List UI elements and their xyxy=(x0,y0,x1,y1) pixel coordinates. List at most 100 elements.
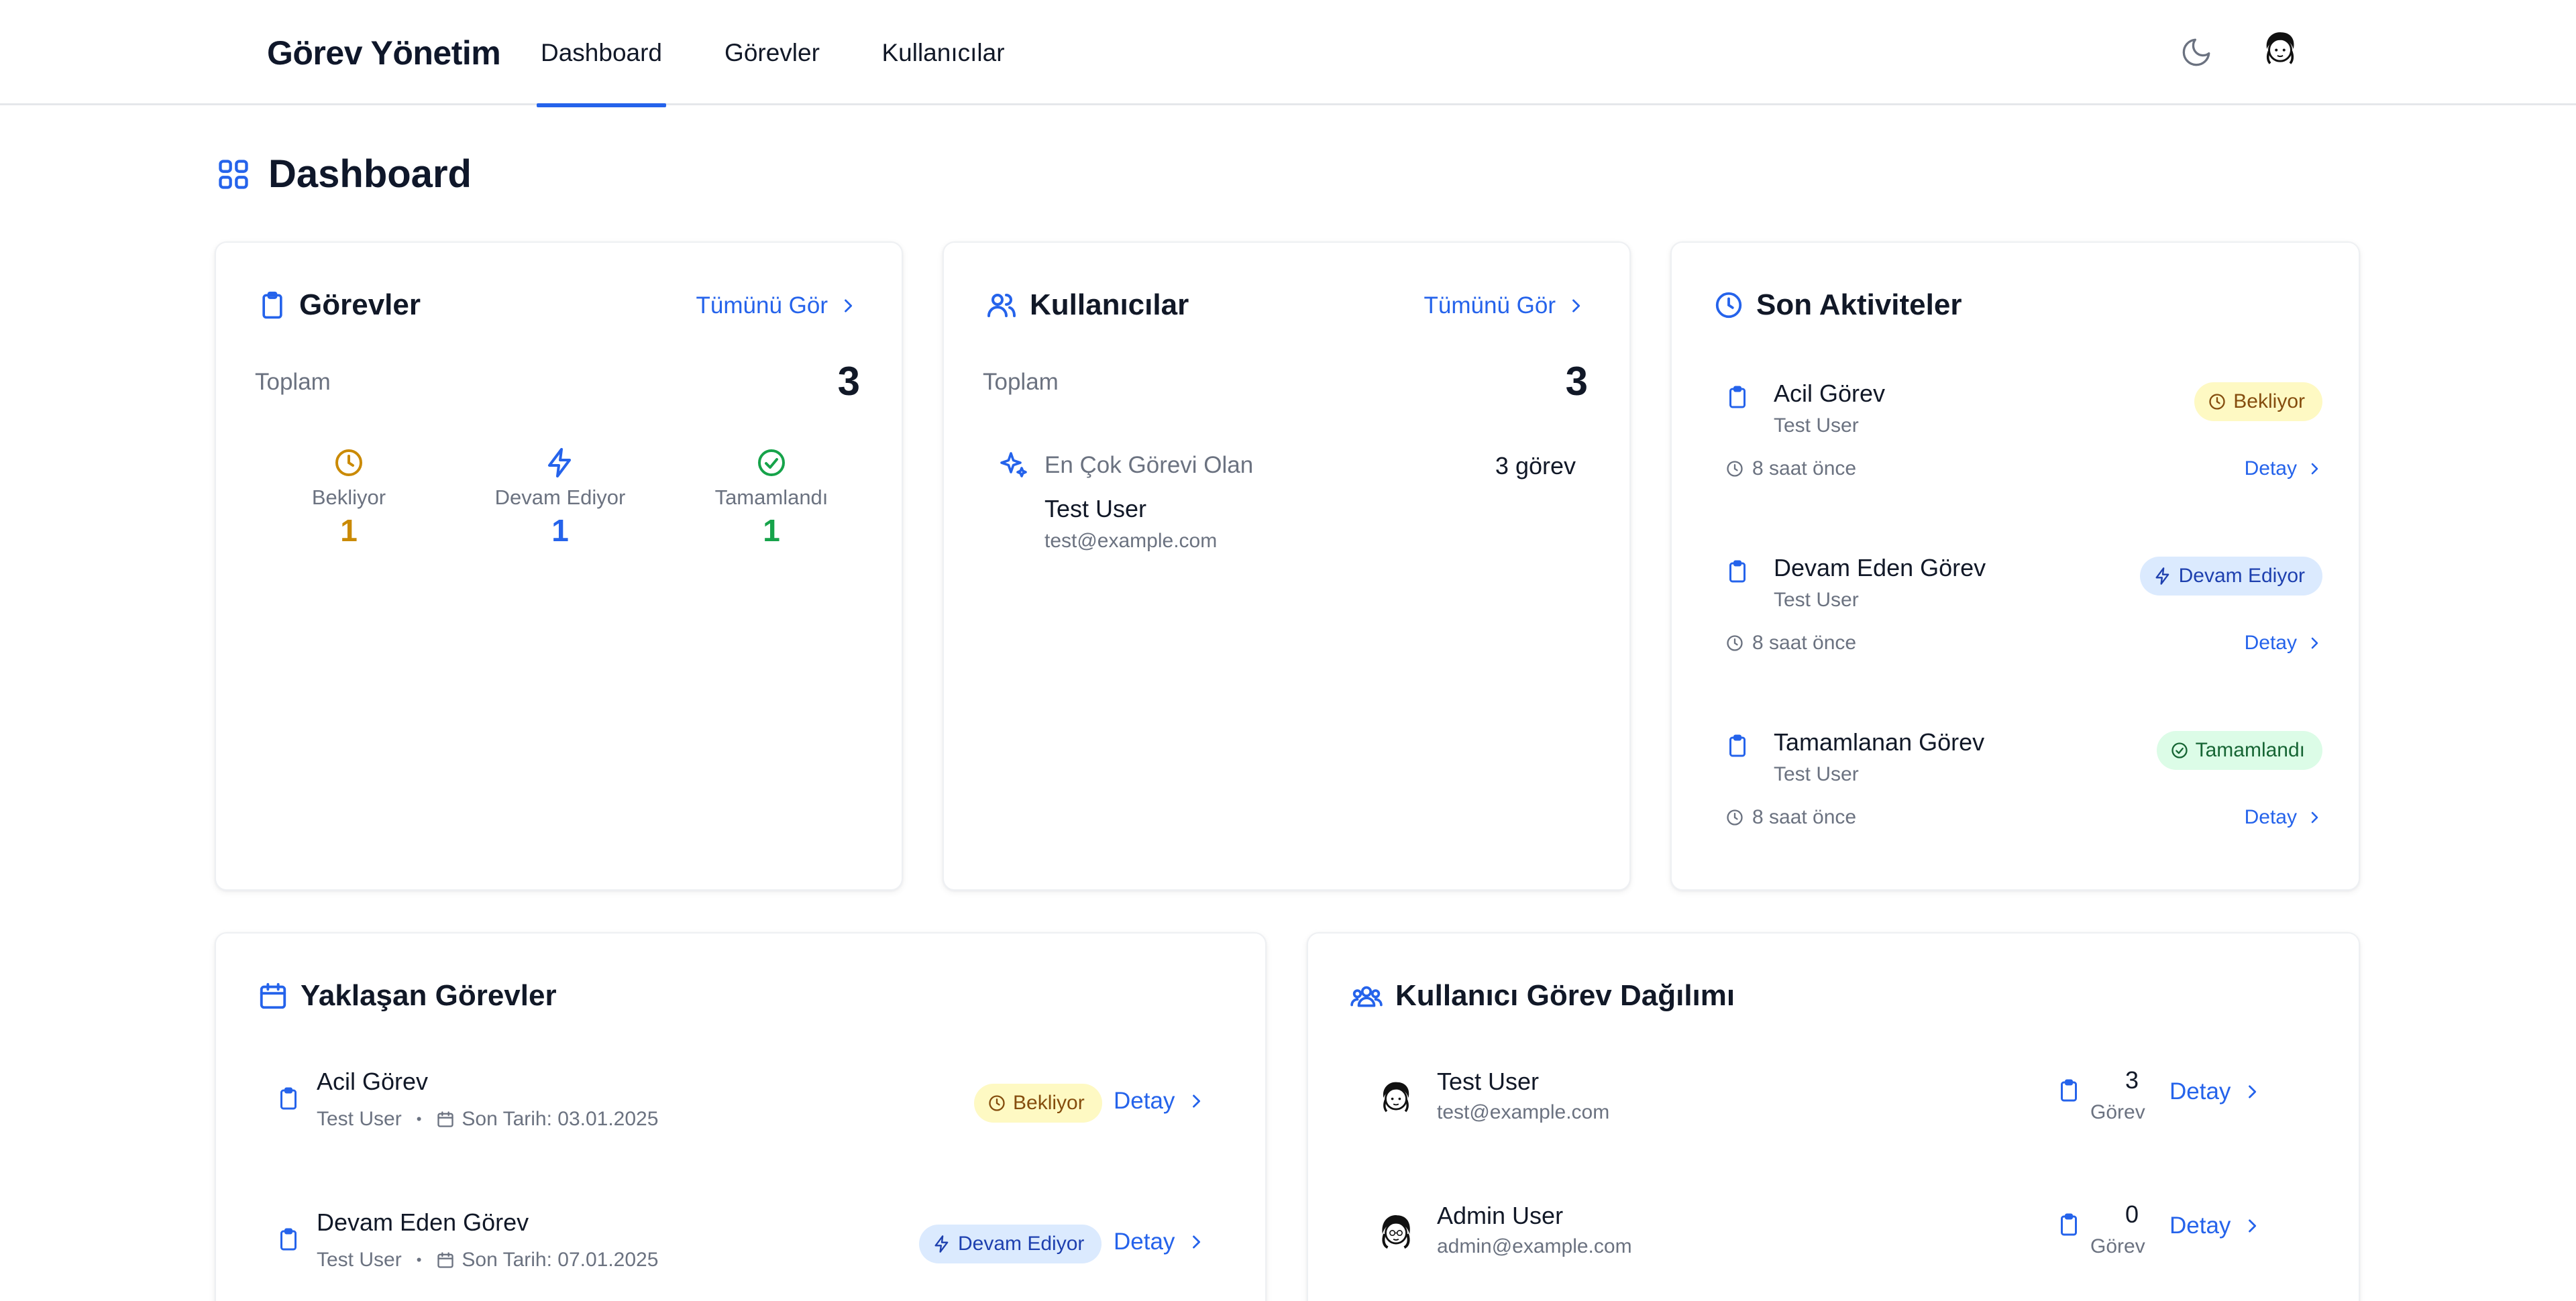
stat-in-progress-value: 1 xyxy=(551,513,569,548)
status-badge: Devam Ediyor xyxy=(2139,557,2322,596)
brand-title[interactable]: Görev Yönetim xyxy=(267,34,501,72)
check-circle-icon xyxy=(2171,742,2188,758)
activity-detail-link[interactable]: Detay xyxy=(2245,806,2322,829)
detail-label: Detay xyxy=(2169,1078,2231,1105)
clock-icon xyxy=(1715,292,1742,319)
distribution-user-email: admin@example.com xyxy=(1437,1235,1632,1257)
user-task-distribution-card: Kullanıcı Görev Dağılımı Test User test@… xyxy=(1307,932,2360,1301)
activity-user: Test User xyxy=(1774,589,1859,611)
tasks-see-all-link[interactable]: Tümünü Gör xyxy=(696,292,857,319)
status-badge-label: Tamamlandı xyxy=(2195,739,2305,761)
status-badge: Bekliyor xyxy=(974,1084,1102,1123)
check-circle-icon xyxy=(758,449,785,476)
status-badge-label: Devam Ediyor xyxy=(2178,565,2305,587)
upcoming-task-due: Son Tarih: 07.01.2025 xyxy=(462,1249,659,1271)
top-user-name: Test User xyxy=(1044,495,1147,522)
activities-card-title: Son Aktiviteler xyxy=(1713,288,1962,322)
users-card-title-text: Kullanıcılar xyxy=(1030,288,1189,321)
tasks-total-label: Toplam xyxy=(255,369,331,395)
users-total-label: Toplam xyxy=(983,369,1059,395)
chevron-right-icon xyxy=(2311,463,2318,475)
user-avatar[interactable] xyxy=(2258,27,2302,71)
upcoming-card-title-text: Yaklaşan Görevler xyxy=(301,979,557,1012)
nav-dashboard[interactable]: Dashboard xyxy=(537,0,666,107)
upcoming-task-title: Acil Görev xyxy=(317,1068,429,1095)
distribution-detail-link[interactable]: Detay xyxy=(2169,1212,2261,1239)
chevron-right-icon xyxy=(2249,1085,2257,1098)
activity-time: 8 saat önce xyxy=(1725,457,1856,480)
activity-title: Acil Görev xyxy=(1774,380,1886,407)
distribution-row: Test User test@example.com 3 Görev Detay xyxy=(1375,1066,2308,1141)
moon-icon xyxy=(2182,38,2210,66)
tasks-total-value: 3 xyxy=(837,359,860,404)
nav-tasks[interactable]: Görevler xyxy=(712,0,832,105)
detail-label: Detay xyxy=(2169,1212,2231,1239)
avatar xyxy=(1383,1082,1409,1113)
bolt-icon xyxy=(934,1235,949,1253)
meta-separator: • xyxy=(416,1251,422,1268)
clipboard-icon xyxy=(262,291,282,319)
distribution-task-count-label: Görev xyxy=(2090,1101,2145,1123)
users-group-icon xyxy=(1350,986,1383,1007)
recent-activities-card: Son Aktiviteler Acil Görev Test User Bek… xyxy=(1670,241,2360,891)
users-see-all-link[interactable]: Tümünü Gör xyxy=(1424,292,1585,319)
detail-label: Detay xyxy=(2244,806,2297,828)
upcoming-detail-link[interactable]: Detay xyxy=(1114,1229,1205,1255)
users-total-value: 3 xyxy=(1565,359,1588,404)
page-title: Dashboard xyxy=(268,152,472,196)
distribution-card-title-text: Kullanıcı Görev Dağılımı xyxy=(1395,979,1735,1012)
meta-separator: • xyxy=(416,1111,422,1127)
chevron-right-icon xyxy=(2311,811,2318,824)
activity-time-text: 8 saat önce xyxy=(1752,806,1857,828)
status-badge-label: Bekliyor xyxy=(1013,1092,1085,1114)
clock-icon xyxy=(2209,394,2225,410)
clipboard-icon xyxy=(280,1087,297,1110)
clipboard-icon xyxy=(1729,386,1746,408)
users-icon xyxy=(987,294,1016,317)
page-heading: Dashboard xyxy=(216,152,472,196)
activity-item: Acil Görev Test User Bekliyor 8 saat önc… xyxy=(1712,370,2322,491)
chevron-right-icon xyxy=(1193,1235,1201,1249)
bolt-icon xyxy=(548,448,571,477)
calendar-icon xyxy=(437,1252,454,1268)
activity-time: 8 saat önce xyxy=(1725,632,1856,655)
upcoming-task-user: Test User xyxy=(317,1108,402,1130)
distribution-card-title: Kullanıcı Görev Dağılımı xyxy=(1350,979,1735,1013)
distribution-detail-link[interactable]: Detay xyxy=(2169,1078,2261,1105)
activity-item: Devam Eden Görev Test User Devam Ediyor … xyxy=(1712,545,2322,665)
activity-time: 8 saat önce xyxy=(1725,806,1856,829)
activity-title: Tamamlanan Görev xyxy=(1774,728,1985,756)
top-user-email: test@example.com xyxy=(1044,530,1218,552)
upcoming-detail-link[interactable]: Detay xyxy=(1114,1088,1205,1115)
nav-users[interactable]: Kullanıcılar xyxy=(872,0,1014,105)
detail-label: Detay xyxy=(2244,632,2297,654)
detail-label: Detay xyxy=(1114,1229,1175,1255)
distribution-task-count: 0 xyxy=(2125,1200,2139,1228)
upcoming-task-row: Acil Görev Test User • Son Tarih: 03.01.… xyxy=(276,1068,1229,1141)
detail-label: Detay xyxy=(1114,1088,1175,1114)
theme-toggle-button[interactable] xyxy=(2178,34,2215,71)
distribution-user-email: test@example.com xyxy=(1437,1101,1610,1123)
activity-detail-link[interactable]: Detay xyxy=(2245,457,2322,480)
clock-icon xyxy=(1727,809,1743,826)
detail-label: Detay xyxy=(2244,457,2297,479)
upcoming-task-user: Test User xyxy=(317,1249,402,1271)
calendar-icon xyxy=(437,1111,454,1127)
clock-icon xyxy=(1727,461,1743,477)
activities-card-title-text: Son Aktiviteler xyxy=(1756,288,1962,321)
tasks-card-title: Görevler xyxy=(258,288,421,322)
chevron-right-icon xyxy=(845,299,853,313)
distribution-user-name: Admin User xyxy=(1437,1202,1564,1229)
activity-detail-link[interactable]: Detay xyxy=(2245,632,2322,655)
bolt-icon xyxy=(2155,567,2169,585)
activity-user: Test User xyxy=(1774,414,1859,437)
tasks-summary-card: Görevler Tümünü Gör Toplam 3 Bekliyor 1 … xyxy=(215,241,903,891)
avatar xyxy=(1382,1215,1410,1249)
clock-icon xyxy=(1727,635,1743,651)
status-badge: Devam Ediyor xyxy=(919,1225,1102,1263)
calendar-icon xyxy=(260,982,286,1009)
upcoming-task-row: Devam Eden Görev Test User • Son Tarih: … xyxy=(276,1208,1229,1282)
upcoming-tasks-card: Yaklaşan Görevler Acil Görev Test User •… xyxy=(215,932,1267,1301)
stat-pending-label: Bekliyor xyxy=(311,486,386,509)
clipboard-icon xyxy=(2061,1079,2077,1102)
